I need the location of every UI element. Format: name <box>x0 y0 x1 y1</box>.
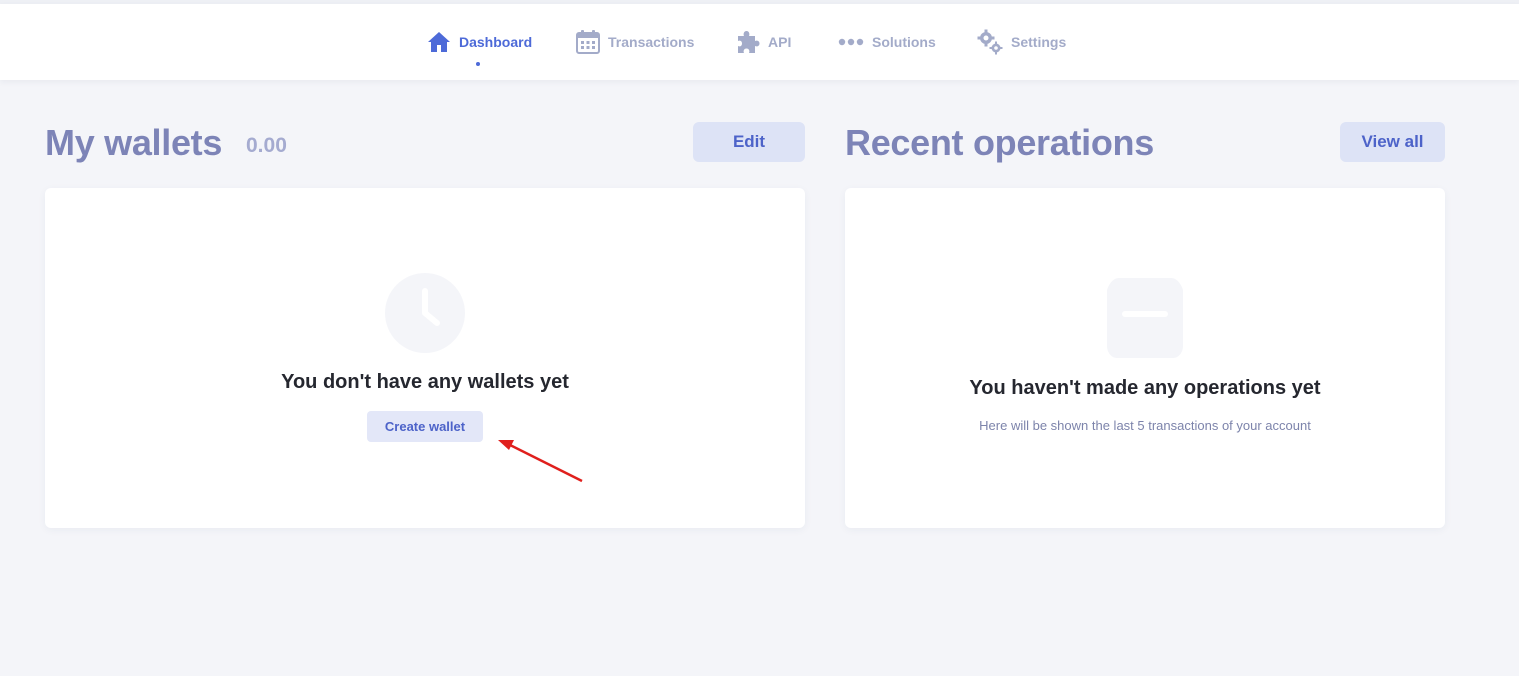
nav-item-solutions[interactable]: Solutions <box>838 4 936 80</box>
home-icon <box>427 31 451 53</box>
annotation-arrow-icon <box>498 440 583 483</box>
operations-empty-subtitle: Here will be shown the last 5 transactio… <box>979 418 1311 433</box>
wallets-balance: 0.00 <box>246 134 287 157</box>
operations-card: You haven't made any operations yet Here… <box>845 188 1445 528</box>
nav-label-transactions: Transactions <box>608 34 695 50</box>
nav-label-solutions: Solutions <box>872 34 936 50</box>
wallets-empty-title: You don't have any wallets yet <box>281 371 569 393</box>
calendar-icon <box>576 30 600 54</box>
top-navbar: Dashboard Transactions API Solutions Set… <box>0 4 1519 80</box>
operations-title: Recent operations <box>845 122 1154 163</box>
nav-label-dashboard: Dashboard <box>459 34 533 50</box>
nav-item-settings[interactable]: Settings <box>977 4 1066 80</box>
create-wallet-button[interactable]: Create wallet <box>367 411 483 442</box>
dots-icon <box>838 38 864 46</box>
puzzle-icon <box>736 30 760 54</box>
nav-item-api[interactable]: API <box>736 4 791 80</box>
view-all-button[interactable]: View all <box>1340 122 1445 162</box>
nav-label-api: API <box>768 34 792 50</box>
operations-empty-title: You haven't made any operations yet <box>969 377 1321 399</box>
clock-icon <box>385 273 465 358</box>
nav-item-transactions[interactable]: Transactions <box>576 4 694 80</box>
gears-icon <box>977 29 1003 55</box>
active-indicator-dot <box>476 62 480 66</box>
nav-label-settings: Settings <box>1011 34 1067 50</box>
nav-item-dashboard[interactable]: Dashboard <box>427 4 532 80</box>
wallets-title: My wallets <box>45 122 223 163</box>
wallet-icon <box>1107 278 1183 363</box>
wallets-card: You don't have any wallets yet Create wa… <box>45 188 805 528</box>
edit-button[interactable]: Edit <box>693 122 805 162</box>
